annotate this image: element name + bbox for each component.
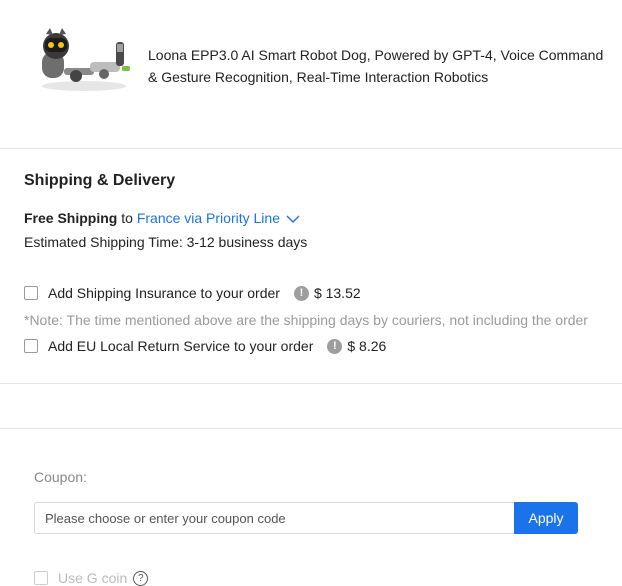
product-image[interactable] (34, 24, 134, 94)
eu-return-checkbox[interactable] (24, 339, 38, 353)
shipping-insurance-option[interactable]: Add Shipping Insurance to your order ! $… (24, 285, 361, 301)
divider (0, 428, 622, 429)
divider (0, 383, 622, 384)
coupon-label: Coupon: (34, 469, 87, 485)
shipping-insurance-price: $ 13.52 (313, 285, 361, 301)
eu-return-price: $ 8.26 (347, 338, 387, 354)
shipping-section-title: Shipping & Delivery (24, 172, 176, 189)
help-icon[interactable]: ? (133, 570, 149, 586)
eu-return-label[interactable]: Add EU Local Return Service to your orde… (48, 338, 313, 354)
chevron-down-icon[interactable] (286, 211, 300, 227)
free-shipping-label: Free Shipping (24, 210, 118, 226)
use-coins-checkbox[interactable] (34, 571, 48, 585)
info-icon[interactable]: ! (327, 338, 343, 354)
estimated-shipping-time: Estimated Shipping Time: 3-12 business d… (24, 234, 308, 250)
coupon-input[interactable] (34, 502, 514, 534)
shipping-insurance-label[interactable]: Add Shipping Insurance to your order (48, 285, 280, 301)
shipping-destination-link[interactable]: France via Priority Line (137, 210, 280, 226)
shipping-method-line: Free Shipping to France via Priority Lin… (24, 210, 300, 227)
divider (0, 148, 622, 149)
eu-return-option[interactable]: Add EU Local Return Service to your orde… (24, 338, 386, 354)
apply-coupon-button[interactable]: Apply (514, 502, 578, 534)
shipping-note: *Note: The time mentioned above are the … (24, 312, 588, 328)
shipping-insurance-checkbox[interactable] (24, 286, 38, 300)
info-icon[interactable]: ! (293, 285, 309, 301)
product-title[interactable]: Loona EPP3.0 AI Smart Robot Dog, Powered… (148, 44, 608, 88)
shipping-to-text: to (117, 210, 137, 226)
use-coins-label[interactable]: Use G coin (58, 570, 127, 586)
use-coins-option[interactable]: Use G coin ? (34, 570, 149, 586)
